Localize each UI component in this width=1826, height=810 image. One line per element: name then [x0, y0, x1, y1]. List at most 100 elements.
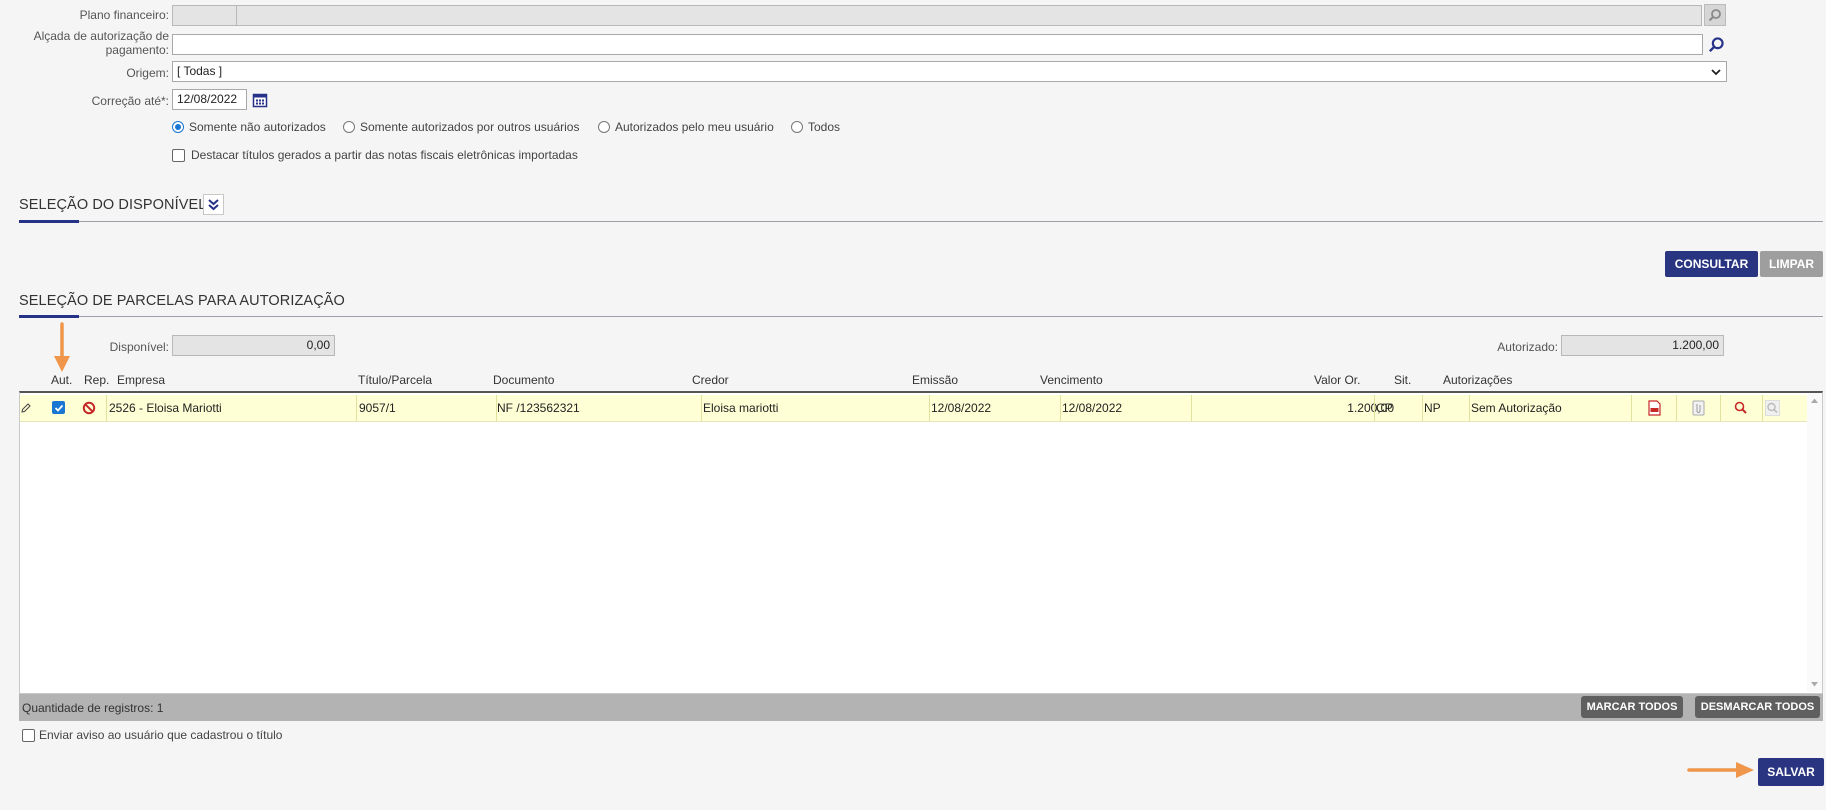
autorizado-label: Autorizado: — [1497, 340, 1558, 354]
plano-search-button[interactable] — [1704, 4, 1726, 26]
double-chevron-down-icon — [208, 199, 219, 211]
scroll-down-icon[interactable] — [1810, 681, 1819, 688]
cell-vencimento: 12/08/2022 — [1062, 401, 1123, 415]
header-credor[interactable]: Credor — [692, 373, 729, 387]
header-valor[interactable]: Valor Or. — [1314, 373, 1360, 387]
plano-label: Plano financeiro: — [79, 8, 169, 22]
column-separator — [1676, 395, 1677, 421]
enviar-aviso-row[interactable]: Enviar aviso ao usuário que cadastrou o … — [22, 728, 282, 742]
cell-tipo: CP — [1376, 401, 1393, 415]
origem-selected-value: [ Todas ] — [177, 64, 223, 78]
alcada-label: Alçada de autorização de pagamento: — [34, 29, 169, 57]
section-divider — [19, 316, 1823, 317]
annotation-arrow-down-icon — [54, 322, 70, 372]
column-separator — [356, 395, 357, 421]
radio-label: Todos — [808, 120, 841, 134]
header-emissao[interactable]: Emissão — [912, 373, 958, 387]
cell-documento: NF /123562321 — [497, 401, 580, 415]
header-titulo[interactable]: Título/Parcela — [358, 373, 432, 387]
record-count: Quantidade de registros: 1 — [22, 701, 164, 715]
alcada-search-button[interactable] — [1705, 33, 1727, 55]
search-icon — [1708, 36, 1724, 52]
aut-checkbox[interactable] — [52, 401, 65, 414]
pdf-icon[interactable] — [1647, 400, 1662, 416]
calendar-button[interactable] — [249, 89, 271, 110]
scrollbar[interactable] — [1807, 393, 1822, 692]
cell-empresa: 2526 - Eloisa Mariotti — [109, 401, 222, 415]
column-separator — [701, 395, 702, 421]
correcao-date-field[interactable]: 12/08/2022 — [172, 89, 247, 110]
origem-label: Origem: — [126, 66, 169, 80]
radio-dot — [598, 121, 610, 133]
alcada-field[interactable] — [172, 34, 1703, 55]
desmarcar-todos-button[interactable]: DESMARCAR TODOS — [1695, 696, 1820, 718]
annotation-arrow-right-icon — [1687, 762, 1754, 778]
cell-emissao: 12/08/2022 — [931, 401, 992, 415]
radio-autorizados-outros[interactable]: Somente autorizados por outros usuários — [343, 120, 579, 134]
expand-section-button[interactable] — [203, 194, 224, 215]
alcada-label-line1: Alçada de autorização de — [33, 29, 169, 43]
section-disponivel-title: SELEÇÃO DO DISPONÍVEL — [19, 197, 207, 213]
disponivel-field: 0,00 — [172, 335, 335, 356]
scroll-up-icon[interactable] — [1810, 397, 1819, 404]
column-separator — [1060, 395, 1061, 421]
table-row[interactable]: 2526 - Eloisa Mariotti 9057/1 NF /123562… — [20, 395, 1807, 422]
plano-code-field[interactable] — [172, 5, 237, 26]
section-accent — [19, 315, 79, 318]
origem-select[interactable]: [ Todas ] — [172, 61, 1727, 82]
consultar-button[interactable]: CONSULTAR — [1665, 251, 1758, 277]
radio-todos[interactable]: Todos — [791, 120, 840, 134]
radio-somente-nao-autorizados[interactable]: Somente não autorizados — [172, 120, 326, 134]
correcao-label: Correção até*: — [91, 94, 169, 108]
zoom-icon[interactable] — [1733, 400, 1748, 416]
enviar-aviso-label: Enviar aviso ao usuário que cadastrou o … — [39, 728, 283, 742]
header-aut[interactable]: Aut. — [51, 373, 72, 387]
cell-titulo: 9057/1 — [359, 401, 396, 415]
header-documento[interactable]: Documento — [493, 373, 554, 387]
pencil-icon[interactable] — [20, 402, 32, 414]
section-divider — [19, 221, 1823, 222]
radio-dot — [343, 121, 355, 133]
column-separator — [1631, 395, 1632, 421]
header-sit[interactable]: Sit. — [1394, 373, 1411, 387]
salvar-button[interactable]: SALVAR — [1758, 758, 1824, 786]
column-separator — [1374, 395, 1375, 421]
attachment-icon[interactable] — [1691, 400, 1706, 416]
column-separator — [1191, 395, 1192, 421]
destacar-label: Destacar títulos gerados a partir das no… — [191, 148, 578, 162]
column-separator — [929, 395, 930, 421]
header-autorizacoes[interactable]: Autorizações — [1443, 373, 1512, 387]
radio-dot — [791, 121, 803, 133]
blocked-icon — [82, 401, 96, 415]
section-parcelas-title: SELEÇÃO DE PARCELAS PARA AUTORIZAÇÃO — [19, 293, 345, 309]
radio-label: Autorizados pelo meu usuário — [615, 120, 774, 134]
column-separator — [1762, 395, 1763, 421]
header-rep[interactable]: Rep. — [84, 373, 109, 387]
plano-description-field[interactable] — [236, 5, 1702, 26]
autorizado-field: 1.200,00 — [1561, 335, 1724, 356]
search-disabled-icon — [1765, 400, 1780, 416]
column-separator — [106, 395, 107, 421]
cell-autorizacoes: Sem Autorização — [1471, 401, 1562, 415]
radio-autorizados-meu-usuario[interactable]: Autorizados pelo meu usuário — [598, 120, 774, 134]
header-vencimento[interactable]: Vencimento — [1040, 373, 1103, 387]
column-separator — [1720, 395, 1721, 421]
header-empresa[interactable]: Empresa — [117, 373, 165, 387]
radio-dot — [172, 121, 184, 133]
marcar-todos-button[interactable]: MARCAR TODOS — [1581, 696, 1683, 718]
alcada-label-line2: pagamento: — [105, 43, 169, 57]
table-body: 2526 - Eloisa Mariotti 9057/1 NF /123562… — [19, 391, 1823, 694]
radio-label: Somente autorizados por outros usuários — [360, 120, 580, 134]
enviar-aviso-checkbox[interactable] — [22, 728, 35, 742]
limpar-button[interactable]: LIMPAR — [1760, 251, 1823, 277]
destacar-checkbox-row[interactable]: Destacar títulos gerados a partir das no… — [172, 148, 578, 162]
calendar-icon — [252, 93, 268, 107]
column-separator — [1422, 395, 1423, 421]
cell-credor: Eloisa mariotti — [703, 401, 779, 415]
cell-sit: NP — [1424, 401, 1441, 415]
table-footer: Quantidade de registros: 1 MARCAR TODOS … — [19, 694, 1823, 721]
destacar-checkbox[interactable] — [172, 148, 185, 162]
chevron-down-icon — [1711, 69, 1721, 76]
section-accent — [19, 220, 79, 223]
search-icon — [1708, 9, 1721, 22]
